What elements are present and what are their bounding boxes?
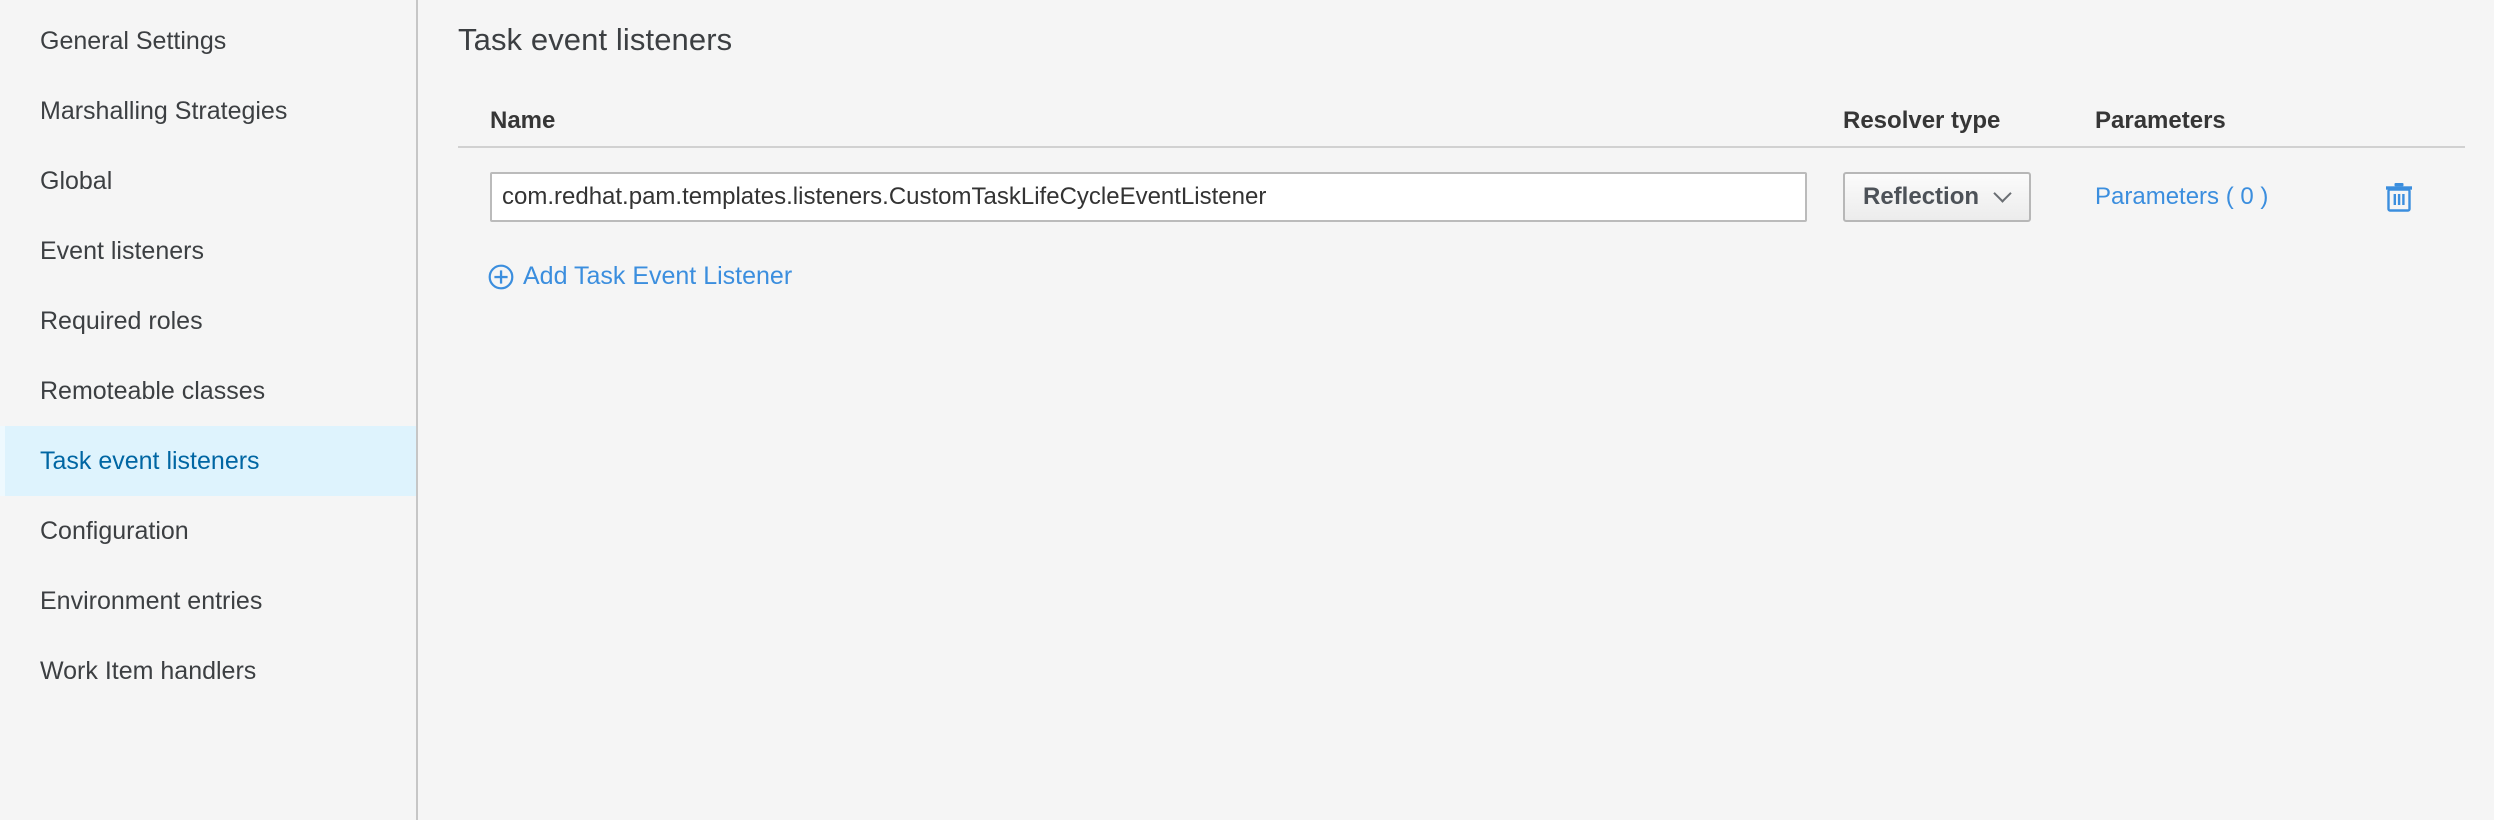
listener-name-input[interactable] (490, 172, 1807, 222)
sidebar-item-label: Global (40, 167, 113, 195)
sidebar-item-remoteable-classes[interactable]: Remoteable classes (0, 356, 416, 426)
sidebar-item-configuration[interactable]: Configuration (0, 496, 416, 566)
sidebar-item-label: Required roles (40, 307, 203, 335)
sidebar-item-work-item-handlers[interactable]: Work Item handlers (0, 636, 416, 706)
column-header-parameters: Parameters (2095, 107, 2226, 134)
app-root: General Settings Marshalling Strategies … (0, 0, 2494, 820)
main-content: Task event listeners Name Resolver type … (418, 0, 2494, 820)
column-header-resolver-type: Resolver type (1843, 107, 2001, 134)
cell-parameters: Parameters ( 0 ) (2095, 183, 2385, 211)
sidebar-item-label: General Settings (40, 27, 227, 55)
delete-listener-button[interactable] (2385, 182, 2413, 212)
table-header-row: Name Resolver type Parameters (458, 96, 2465, 148)
column-header-name: Name (490, 107, 556, 134)
sidebar-item-label: Environment entries (40, 587, 263, 615)
sidebar-item-required-roles[interactable]: Required roles (0, 286, 416, 356)
chevron-down-icon (1995, 185, 2013, 203)
add-task-event-listener-row: Add Task Event Listener (458, 262, 2494, 291)
sidebar-item-task-event-listeners[interactable]: Task event listeners (0, 426, 416, 496)
trash-icon (2385, 183, 2413, 215)
add-task-event-listener-link[interactable]: Add Task Event Listener (488, 262, 792, 291)
resolver-type-dropdown[interactable]: Reflection (1843, 172, 2032, 222)
sidebar-item-label: Configuration (40, 517, 189, 545)
sidebar-item-label: Event listeners (40, 237, 204, 265)
plus-circle-icon (488, 264, 514, 290)
cell-resolver-type: Reflection (1843, 172, 2095, 222)
cell-listener-name (458, 172, 1843, 222)
resolver-type-value: Reflection (1863, 183, 1980, 210)
add-task-event-listener-label: Add Task Event Listener (523, 262, 793, 290)
sidebar-item-label: Remoteable classes (40, 377, 266, 405)
parameters-link[interactable]: Parameters ( 0 ) (2095, 183, 2268, 210)
sidebar-item-label: Work Item handlers (40, 657, 257, 685)
sidebar-item-label: Marshalling Strategies (40, 97, 288, 125)
sidebar-item-marshalling-strategies[interactable]: Marshalling Strategies (0, 76, 416, 146)
cell-actions (2385, 182, 2465, 212)
sidebar-item-event-listeners[interactable]: Event listeners (0, 216, 416, 286)
sidebar-item-label: Task event listeners (40, 447, 260, 475)
task-event-listeners-table: Name Resolver type Parameters Reflection… (458, 96, 2465, 246)
page-title: Task event listeners (458, 22, 733, 57)
table-row: Reflection Parameters ( 0 ) (458, 148, 2465, 246)
sidebar-item-general-settings[interactable]: General Settings (0, 6, 416, 76)
sidebar-item-global[interactable]: Global (0, 146, 416, 216)
settings-sidebar: General Settings Marshalling Strategies … (0, 0, 418, 820)
sidebar-item-environment-entries[interactable]: Environment entries (0, 566, 416, 636)
